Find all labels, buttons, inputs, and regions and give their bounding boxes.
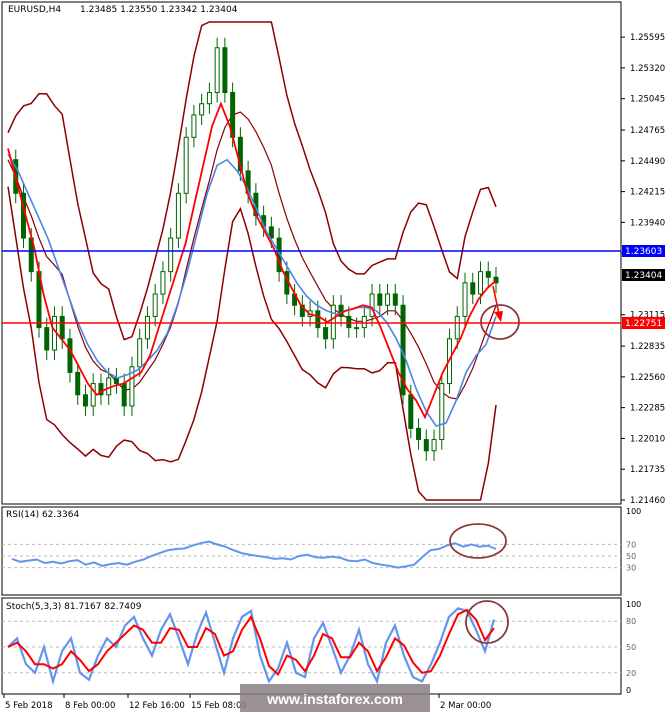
price-tick-label: 1.22560 (630, 373, 665, 383)
price-tick-label: 1.24490 (630, 157, 665, 167)
candle-body (439, 383, 445, 441)
candle-body (113, 377, 119, 385)
candle-body (214, 47, 220, 94)
price-tick-label: 1.22835 (630, 342, 665, 352)
candle-body (315, 310, 321, 329)
price-tick-label: 1.25320 (630, 64, 665, 74)
candle-body (206, 92, 212, 105)
stoch-level-label: 80 (626, 617, 636, 626)
candle-body (175, 192, 181, 239)
candle-body (199, 103, 205, 116)
candle-body (152, 293, 158, 317)
rsi-title: RSI(14) 62.3364 (6, 510, 79, 520)
time-tick-label: 8 Feb 00:00 (65, 701, 115, 711)
current-price-label: 1.23404 (625, 271, 662, 281)
price-panel[interactable] (1, 1, 622, 505)
price-tick-label: 1.25045 (630, 95, 665, 105)
candle-body (75, 371, 81, 396)
candle-body (454, 315, 460, 340)
price-tick-label: 1.24765 (630, 126, 665, 136)
candle-body (44, 327, 50, 351)
time-tick-label: 2 Mar 00:00 (440, 701, 491, 711)
support-price-label: 1.22751 (625, 319, 662, 329)
candle-body (361, 315, 367, 329)
candle-body (168, 237, 174, 273)
candle-body (137, 338, 143, 368)
candle-body (470, 282, 476, 295)
candle-body (191, 114, 197, 138)
time-tick-label: 15 Feb 08:00 (191, 701, 247, 711)
candle-body (222, 47, 228, 94)
watermark-text: www.instaforex.com (266, 691, 403, 707)
candle-body (323, 327, 329, 340)
trading-chart: 1.25595 1.25320 1.25045 1.24765 1.24490 1.242… (1, 1, 665, 712)
rsi-level-label: 50 (626, 552, 636, 561)
rsi-level-label: 30 (626, 564, 636, 573)
candle-body (346, 315, 352, 329)
price-tick-label: 1.22010 (630, 434, 665, 444)
candle-body (392, 293, 398, 306)
candle-body (106, 377, 112, 396)
price-tick-label: 1.22285 (630, 404, 665, 414)
candle-body (121, 383, 127, 407)
candle-body (67, 338, 73, 373)
candle-body (462, 282, 468, 317)
resistance-price-label: 1.23603 (625, 247, 662, 257)
stoch-title: Stoch(5,3,3) 81.7167 82.7409 (6, 602, 142, 612)
candle-body (416, 427, 422, 441)
candle-body (485, 271, 491, 278)
rsi-max-label: 100 (626, 507, 641, 516)
chart-header-ohlc: 1.23485 1.23550 1.23342 1.23404 (80, 5, 238, 15)
stoch-level-label: 100 (626, 600, 641, 609)
candle-body (354, 327, 360, 330)
candle-body (478, 271, 484, 295)
candle-body (377, 293, 383, 306)
time-tick-label: 5 Feb 2018 (5, 701, 53, 711)
chart-header-symbol: EURUSD,H4 (8, 5, 61, 15)
candle-body (90, 383, 96, 407)
rsi-level-label: 70 (626, 540, 636, 549)
candle-body (59, 315, 65, 340)
time-tick-label: 12 Feb 16:00 (129, 701, 185, 711)
candle-body (160, 271, 166, 295)
stoch-level-label: 50 (626, 643, 636, 652)
candle-body (183, 136, 189, 194)
candle-body (385, 293, 391, 306)
stoch-level-label: 0 (626, 686, 631, 695)
candle-body (423, 439, 429, 452)
candle-body (431, 439, 437, 452)
price-tick-label: 1.21460 (630, 496, 665, 506)
price-tick-label: 1.21735 (630, 465, 665, 475)
candle-body (144, 315, 150, 340)
stoch-level-label: 20 (626, 669, 636, 678)
rsi-panel[interactable] (1, 506, 622, 596)
price-tick-label: 1.25595 (630, 33, 665, 43)
price-tick-label: 1.24215 (630, 188, 665, 198)
price-tick-label: 1.23940 (630, 218, 665, 228)
candle-body (82, 394, 88, 407)
candle-body (330, 304, 336, 340)
candle-body (408, 394, 414, 429)
